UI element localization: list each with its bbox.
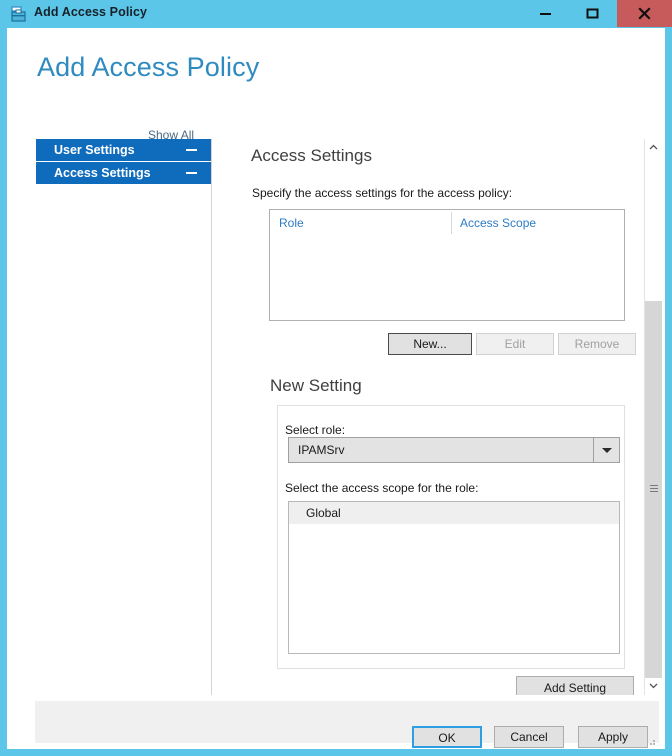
dialog-client-area: Add Access Policy Show All User Settings… (7, 28, 665, 749)
remove-button: Remove (558, 333, 636, 355)
select-scope-label: Select the access scope for the role: (285, 481, 479, 495)
ok-button[interactable]: OK (412, 726, 482, 748)
close-button[interactable] (617, 0, 672, 27)
sidebar-item-user-settings[interactable]: User Settings (36, 139, 211, 161)
edit-button: Edit (476, 333, 554, 355)
grid-column-separator (451, 212, 452, 234)
access-settings-instruction: Specify the access settings for the acce… (252, 186, 513, 200)
grid-body-empty[interactable] (270, 236, 624, 320)
sidebar-nav: User Settings Access Settings (36, 139, 211, 184)
new-setting-heading: New Setting (270, 376, 362, 395)
new-button[interactable]: New... (388, 333, 472, 355)
collapse-icon[interactable] (186, 172, 197, 174)
access-settings-heading: Access Settings (251, 146, 372, 165)
role-dropdown-value: IPAMSrv (298, 443, 345, 457)
grid-header-row: Role Access Scope (270, 210, 624, 236)
minimize-button[interactable] (523, 0, 568, 27)
apply-button[interactable]: Apply (578, 726, 648, 748)
dialog-footer (7, 695, 665, 749)
access-settings-grid[interactable]: Role Access Scope (269, 209, 625, 321)
collapse-icon[interactable] (186, 149, 197, 151)
select-role-label: Select role: (285, 423, 346, 437)
chevron-up-icon[interactable] (645, 139, 662, 156)
window-title: Add Access Policy (34, 5, 148, 19)
grid-column-role[interactable]: Role (279, 210, 304, 236)
role-dropdown[interactable]: IPAMSrv (288, 437, 620, 463)
grid-column-access-scope[interactable]: Access Scope (460, 210, 536, 236)
scrollbar-grip-icon (650, 485, 658, 492)
access-scope-listbox[interactable]: Global (288, 501, 620, 654)
vertical-scrollbar[interactable] (644, 139, 662, 695)
scrollbar-thumb[interactable] (645, 301, 662, 678)
sidebar-item-access-settings[interactable]: Access Settings (36, 162, 211, 184)
sidebar-item-label: Access Settings (54, 166, 151, 180)
cancel-button[interactable]: Cancel (494, 726, 564, 748)
sidebar-item-label: User Settings (54, 143, 135, 157)
title-bar: Add Access Policy (0, 0, 672, 28)
access-policy-icon (10, 5, 28, 23)
chevron-down-icon[interactable] (645, 678, 662, 695)
sidebar-divider (211, 139, 212, 695)
chevron-down-icon[interactable] (593, 438, 619, 462)
dialog-window: Add Access Policy Add Access Policy Show… (0, 0, 672, 756)
maximize-button[interactable] (570, 0, 615, 27)
page-title: Add Access Policy (37, 52, 260, 82)
list-item[interactable]: Global (289, 502, 619, 524)
footer-band (35, 701, 659, 743)
